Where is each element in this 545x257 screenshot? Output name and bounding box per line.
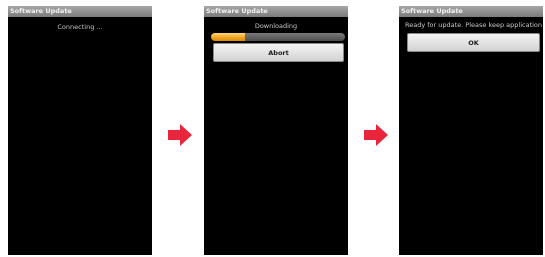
- status-text: Ready for update. Please keep applicatio…: [405, 21, 543, 29]
- title-bar: Software Update: [399, 6, 543, 17]
- right-arrow-icon: [364, 124, 388, 146]
- screen-ready: Software Update Ready for update. Please…: [399, 6, 543, 255]
- title-bar: Software Update: [8, 6, 152, 17]
- abort-button[interactable]: Abort: [213, 43, 344, 62]
- progress-fill: [211, 33, 245, 41]
- screen-downloading: Software Update Downloading Abort: [204, 6, 348, 255]
- status-text: Downloading: [254, 22, 298, 30]
- ok-button[interactable]: OK: [407, 33, 540, 52]
- right-arrow-icon: [168, 124, 192, 146]
- status-text: Connecting ...: [57, 23, 103, 31]
- screen-connecting: Software Update Connecting ...: [8, 6, 152, 255]
- title-bar: Software Update: [204, 6, 348, 17]
- download-progress-bar: [211, 33, 345, 41]
